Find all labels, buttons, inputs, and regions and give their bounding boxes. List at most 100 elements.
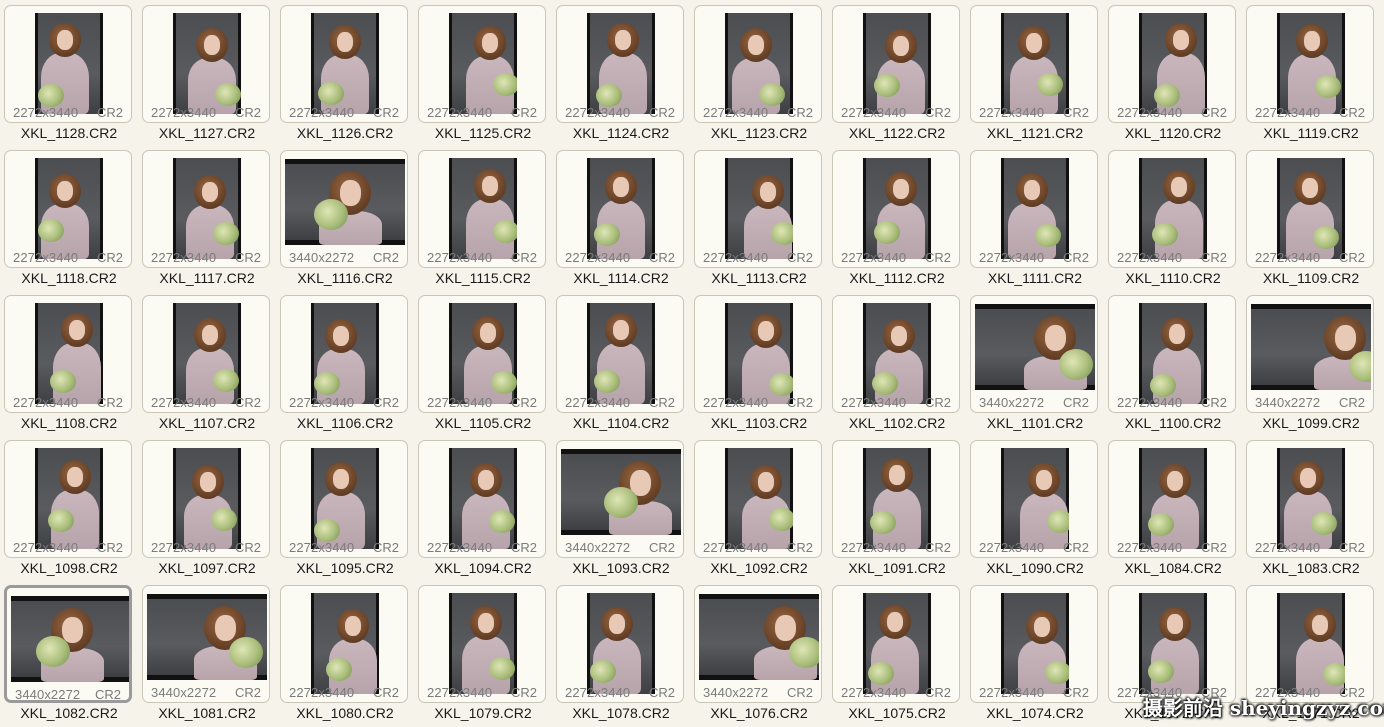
thumbnail-card[interactable]: 2272x3440 CR2 [970,5,1098,123]
file-thumbnail[interactable]: 2272x3440 CR2 XKL_1074.CR2 [968,582,1098,727]
file-thumbnail[interactable]: 2272x3440 CR2 XKL_1118.CR2 [2,147,132,292]
file-thumbnail[interactable]: 2272x3440 CR2 XKL_1121.CR2 [968,2,1098,147]
file-thumbnail[interactable]: 2272x3440 CR2 XKL_1112.CR2 [830,147,960,292]
file-name[interactable]: XKL_1115.CR2 [416,270,550,286]
thumbnail-card[interactable]: 2272x3440 CR2 [418,150,546,268]
thumbnail-card[interactable]: 2272x3440 CR2 [280,585,408,703]
file-name[interactable]: XKL_1090.CR2 [968,560,1102,576]
file-thumbnail[interactable]: 3440x2272 CR2 XKL_1093.CR2 [554,437,684,582]
file-thumbnail[interactable]: 2272x3440 CR2 XKL_1110.CR2 [1106,147,1236,292]
thumbnail-card[interactable]: 2272x3440 CR2 [1246,150,1374,268]
file-name[interactable]: XKL_1120.CR2 [1106,125,1240,141]
file-thumbnail[interactable]: 2272x3440 CR2 XKL_1075.CR2 [830,582,960,727]
file-thumbnail[interactable]: 2272x3440 CR2 XKL_1095.CR2 [278,437,408,582]
file-thumbnail[interactable]: 2272x3440 CR2 XKL_1107.CR2 [140,292,270,437]
file-name[interactable]: XKL_1121.CR2 [968,125,1102,141]
file-name[interactable]: XKL_1091.CR2 [830,560,964,576]
file-name[interactable]: XKL_1110.CR2 [1106,270,1240,286]
file-name[interactable]: XKL_1103.CR2 [692,415,826,431]
file-thumbnail[interactable]: 2272x3440 CR2 XKL_1091.CR2 [830,437,960,582]
file-thumbnail[interactable]: 2272x3440 CR2 XKL_1114.CR2 [554,147,684,292]
file-name[interactable]: XKL_1118.CR2 [2,270,136,286]
thumbnail-card[interactable]: 2272x3440 CR2 [4,440,132,558]
file-name[interactable]: XKL_1119.CR2 [1244,125,1378,141]
file-name[interactable]: XKL_1113.CR2 [692,270,826,286]
file-thumbnail[interactable]: 2272x3440 CR2 XKL_1106.CR2 [278,292,408,437]
file-name[interactable]: XKL_1114.CR2 [554,270,688,286]
file-name[interactable]: XKL_1081.CR2 [140,705,274,721]
thumbnail-card[interactable]: 2272x3440 CR2 [1108,440,1236,558]
thumbnail-card[interactable]: 2272x3440 CR2 [142,5,270,123]
file-thumbnail[interactable]: 2272x3440 CR2 XKL_1127.CR2 [140,2,270,147]
thumbnail-card[interactable]: 2272x3440 CR2 [694,150,822,268]
thumbnail-card[interactable]: 2272x3440 CR2 [4,5,132,123]
file-thumbnail[interactable]: 2272x3440 CR2 XKL_1080.CR2 [278,582,408,727]
thumbnail-card[interactable]: 2272x3440 CR2 [1108,150,1236,268]
file-thumbnail[interactable]: 2272x3440 CR2 XKL_1105.CR2 [416,292,546,437]
file-name[interactable]: XKL_1084.CR2 [1106,560,1240,576]
file-thumbnail[interactable]: 2272x3440 CR2 XKL_1078.CR2 [554,582,684,727]
thumbnail-card[interactable]: 2272x3440 CR2 [556,150,684,268]
file-thumbnail[interactable]: 3440x2272 CR2 XKL_1101.CR2 [968,292,1098,437]
thumbnail-card[interactable]: 2272x3440 CR2 [832,295,960,413]
file-name[interactable]: XKL_1112.CR2 [830,270,964,286]
thumbnail-card[interactable]: 3440x2272 CR2 [280,150,408,268]
file-name[interactable]: XKL_1128.CR2 [2,125,136,141]
file-thumbnail[interactable]: 3440x2272 CR2 XKL_1076.CR2 [692,582,822,727]
file-thumbnail[interactable]: 2272x3440 CR2 XKL_1126.CR2 [278,2,408,147]
file-thumbnail[interactable]: 2272x3440 CR2 XKL_1103.CR2 [692,292,822,437]
file-name[interactable]: XKL_1098.CR2 [2,560,136,576]
file-thumbnail[interactable]: 3440x2272 CR2 XKL_1081.CR2 [140,582,270,727]
thumbnail-card[interactable]: 2272x3440 CR2 [832,585,960,703]
thumbnail-card[interactable]: 2272x3440 CR2 [418,585,546,703]
file-thumbnail[interactable]: 2272x3440 CR2 XKL_1104.CR2 [554,292,684,437]
thumbnail-card[interactable]: 2272x3440 CR2 [832,5,960,123]
thumbnail-card[interactable]: 2272x3440 CR2 [280,440,408,558]
thumbnail-card[interactable]: 3440x2272 CR2 [142,585,270,703]
thumbnail-card[interactable]: 2272x3440 CR2 [1246,440,1374,558]
file-thumbnail[interactable]: 3440x2272 CR2 XKL_1116.CR2 [278,147,408,292]
thumbnail-card[interactable]: 2272x3440 CR2 [142,295,270,413]
file-name[interactable]: XKL_1124.CR2 [554,125,688,141]
file-name[interactable]: XKL_1082.CR2 [2,705,136,721]
file-name[interactable]: XKL_1083.CR2 [1244,560,1378,576]
file-thumbnail[interactable]: 2272x3440 CR2 XKL_1128.CR2 [2,2,132,147]
thumbnail-card[interactable]: 2272x3440 CR2 [280,295,408,413]
file-name[interactable]: XKL_1105.CR2 [416,415,550,431]
thumbnail-card[interactable]: 2272x3440 CR2 [4,150,132,268]
file-thumbnail[interactable]: 2272x3440 CR2 XKL_1119.CR2 [1244,2,1374,147]
file-name[interactable]: XKL_1109.CR2 [1244,270,1378,286]
thumbnail-card[interactable]: 2272x3440 CR2 [694,295,822,413]
thumbnail-card[interactable]: 2272x3440 CR2 [970,150,1098,268]
file-name[interactable]: XKL_1108.CR2 [2,415,136,431]
file-thumbnail[interactable]: 2272x3440 CR2 XKL_1109.CR2 [1244,147,1374,292]
file-thumbnail[interactable]: 2272x3440 CR2 XKL_1122.CR2 [830,2,960,147]
file-name[interactable]: XKL_1126.CR2 [278,125,412,141]
file-thumbnail[interactable]: 2272x3440 CR2 XKL_1117.CR2 [140,147,270,292]
thumbnail-card[interactable]: 2272x3440 CR2 [4,295,132,413]
file-name[interactable]: XKL_1107.CR2 [140,415,274,431]
thumbnail-card[interactable]: 2272x3440 CR2 [418,5,546,123]
file-thumbnail[interactable]: 3440x2272 CR2 XKL_1082.CR2 [2,582,132,727]
file-name[interactable]: XKL_1074.CR2 [968,705,1102,721]
file-name[interactable]: XKL_1116.CR2 [278,270,412,286]
file-name[interactable]: XKL_1127.CR2 [140,125,274,141]
thumbnail-card[interactable]: 2272x3440 CR2 [970,585,1098,703]
thumbnail-card[interactable]: 2272x3440 CR2 [142,440,270,558]
file-thumbnail[interactable]: 2272x3440 CR2 XKL_1111.CR2 [968,147,1098,292]
thumbnail-card[interactable]: 3440x2272 CR2 [694,585,822,703]
thumbnail-card[interactable]: 3440x2272 CR2 [970,295,1098,413]
file-name[interactable]: XKL_1093.CR2 [554,560,688,576]
thumbnail-card[interactable]: 2272x3440 CR2 [1246,5,1374,123]
file-name[interactable]: XKL_1122.CR2 [830,125,964,141]
file-name[interactable]: XKL_1097.CR2 [140,560,274,576]
file-name[interactable]: XKL_1104.CR2 [554,415,688,431]
file-thumbnail[interactable]: 3440x2272 CR2 XKL_1099.CR2 [1244,292,1374,437]
file-name[interactable]: XKL_1106.CR2 [278,415,412,431]
file-thumbnail[interactable]: 2272x3440 CR2 XKL_1108.CR2 [2,292,132,437]
thumbnail-card[interactable]: 2272x3440 CR2 [832,440,960,558]
thumbnail-card[interactable]: 2272x3440 CR2 [694,440,822,558]
thumbnail-card[interactable]: 3440x2272 CR2 [4,585,132,703]
file-name[interactable]: XKL_1079.CR2 [416,705,550,721]
file-thumbnail[interactable]: 2272x3440 CR2 XKL_1100.CR2 [1106,292,1236,437]
